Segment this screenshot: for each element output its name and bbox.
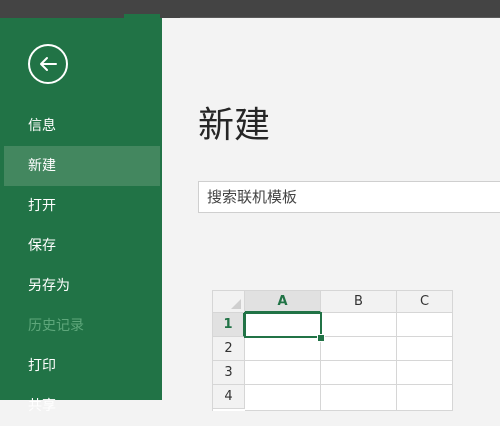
- corner-triangle-icon: [231, 299, 241, 309]
- nav-item-history: 历史记录: [28, 318, 84, 334]
- page-title: 新建: [198, 105, 271, 146]
- column-header-a: A: [245, 291, 321, 313]
- cell-b1: [321, 313, 397, 337]
- cell-c1: [397, 313, 453, 337]
- nav-item-share[interactable]: 共享: [0, 386, 162, 426]
- nav-item-info[interactable]: 信息: [0, 106, 162, 146]
- cell-b2: [321, 337, 397, 361]
- backstage-sidebar: 信息 新建 打开 保存 另存为 历史记录 打印 共享: [0, 18, 162, 414]
- cell-b3: [321, 361, 397, 385]
- nav-item-new[interactable]: 新建: [4, 146, 160, 186]
- column-header-c: C: [397, 291, 453, 313]
- title-bar: [0, 0, 500, 18]
- nav-item-print[interactable]: 打印: [0, 346, 162, 386]
- cell-c3: [397, 361, 453, 385]
- back-button[interactable]: [28, 44, 68, 84]
- cell-b4: [321, 385, 397, 411]
- arrow-left-icon: [40, 57, 57, 71]
- cell-a4: [245, 385, 321, 411]
- cell-c4: [397, 385, 453, 411]
- row-header-2: 2: [213, 337, 245, 361]
- row-header-4: 4: [213, 385, 245, 409]
- search-templates-input[interactable]: 搜索联机模板: [198, 181, 500, 213]
- column-header-b: B: [321, 291, 397, 313]
- nav-item-save[interactable]: 保存: [0, 226, 162, 266]
- select-all-corner: [213, 291, 245, 313]
- cell-a3: [245, 361, 321, 385]
- fill-handle: [317, 334, 325, 342]
- active-cell-selection: [244, 312, 322, 338]
- row-header-3: 3: [213, 361, 245, 385]
- blank-workbook-template[interactable]: A B C 1 2 3 4: [212, 290, 453, 411]
- row-header-1: 1: [213, 313, 245, 337]
- cell-a2: [245, 337, 321, 361]
- nav-item-open[interactable]: 打开: [0, 186, 162, 226]
- nav-item-save-as[interactable]: 另存为: [0, 266, 162, 306]
- cell-c2: [397, 337, 453, 361]
- main-panel: 新建 搜索联机模板 A B C 1 2 3 4: [162, 18, 500, 411]
